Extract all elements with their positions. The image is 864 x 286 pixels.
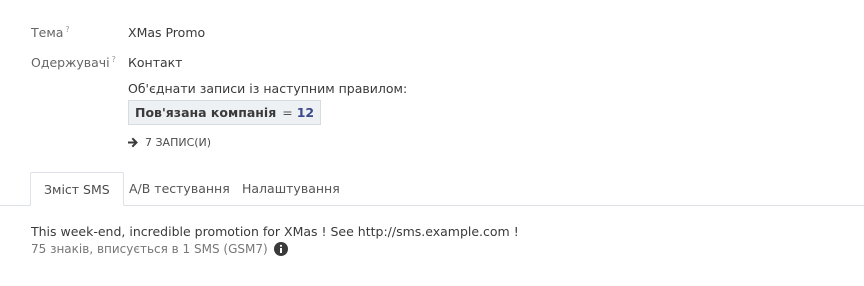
sms-count-text: 75 знаків, вписується в 1 SMS (GSM7)	[31, 242, 268, 256]
tab-ab-testing-label: A/B тестування	[129, 181, 230, 196]
subject-value[interactable]: XMas Promo	[128, 25, 205, 40]
domain-value: 12	[296, 105, 315, 120]
tab-sms-content-label: Зміст SMS	[44, 182, 110, 197]
sms-char-count: 75 знаків, вписується в 1 SMS (GSM7)	[31, 242, 288, 256]
tab-sms-content[interactable]: Зміст SMS	[30, 172, 124, 206]
recipients-label: Одержувачі?	[31, 55, 116, 70]
tab-settings-label: Налаштування	[242, 181, 340, 196]
domain-operator: =	[282, 105, 293, 120]
recipients-value[interactable]: Контакт	[128, 55, 182, 70]
subject-label: Тема?	[31, 25, 70, 40]
tab-ab-testing[interactable]: A/B тестування	[116, 172, 243, 205]
records-link[interactable]: 7 ЗАПИС(И)	[128, 136, 211, 149]
subject-help-icon[interactable]: ?	[65, 25, 69, 34]
tab-settings[interactable]: Налаштування	[229, 172, 353, 205]
sms-body[interactable]: This week-end, incredible promotion for …	[31, 224, 519, 239]
domain-field: Пов'язана компанія	[135, 105, 277, 120]
records-link-label: 7 ЗАПИС(И)	[145, 136, 212, 149]
recipients-help-icon[interactable]: ?	[112, 55, 116, 64]
domain-rule[interactable]: Пов'язана компанія = 12	[128, 100, 322, 125]
info-circle-icon[interactable]	[273, 242, 288, 256]
notebook-tabs: Зміст SMS A/B тестування Налаштування	[0, 172, 864, 206]
domain-intro: Об'єднати записи із наступним правилом:	[128, 81, 408, 96]
arrow-right-icon	[128, 137, 138, 148]
